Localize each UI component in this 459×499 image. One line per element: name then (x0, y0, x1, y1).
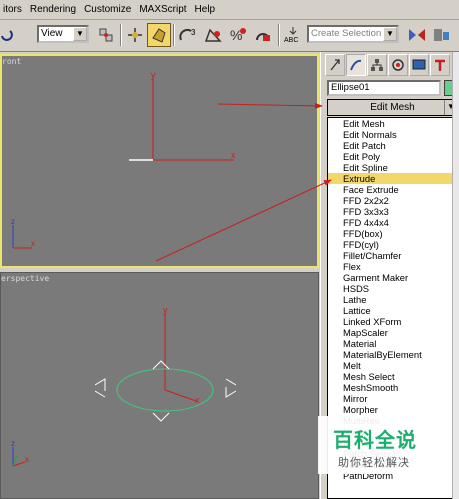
perspective-viewport[interactable]: erspective y x z x (0, 272, 319, 499)
watermark-subtitle: 助你轻松解决 (338, 457, 410, 469)
watermark-logo: 百科全说 助你轻松解决 (318, 416, 434, 474)
persp-x-axis-label: x (195, 395, 200, 405)
persp-gizmo-x-label: x (25, 455, 29, 464)
modifier-list-item[interactable]: Flex (328, 261, 457, 272)
modifier-list-item[interactable]: Edit Normals (328, 129, 457, 140)
modifier-list-item[interactable]: Mirror (328, 393, 457, 404)
chevron-down-icon[interactable]: ▼ (383, 27, 397, 41)
display-tab-icon[interactable] (409, 54, 429, 76)
undo-icon[interactable] (0, 23, 18, 47)
modifier-list-item[interactable]: HSDS (328, 283, 457, 294)
menu-item-customize[interactable]: Customize (81, 4, 134, 15)
modifier-list-item[interactable]: Face Extrude (328, 184, 457, 195)
reference-coordinate-select[interactable]: View ▼ (37, 25, 89, 43)
percent-snap-icon[interactable]: % (226, 23, 250, 47)
menu-bar: itors Rendering Customize MAXScript Help (0, 0, 459, 20)
align-icon[interactable] (430, 23, 454, 47)
svg-text:3: 3 (191, 28, 196, 37)
chevron-down-icon[interactable]: ▼ (73, 27, 87, 41)
menu-item-help[interactable]: Help (192, 4, 219, 15)
modify-tab-icon[interactable] (346, 54, 366, 76)
spinner-snap-icon[interactable] (251, 23, 275, 47)
snap-3d-icon[interactable]: 3 (176, 23, 200, 47)
modifier-list-item[interactable]: FFD(cyl) (328, 239, 457, 250)
front-gizmo-z-label: z (11, 217, 15, 226)
modifier-list-item[interactable]: Morpher (328, 404, 457, 415)
watermark-title: 百科全说 (333, 430, 417, 452)
utilities-tab-icon[interactable] (430, 54, 450, 76)
mirror-icon[interactable] (405, 23, 429, 47)
modifier-list-item[interactable]: Garment Maker (328, 272, 457, 283)
hierarchy-tab-icon[interactable] (367, 54, 387, 76)
edit-named-selections-icon[interactable]: ABC (281, 23, 305, 47)
modifier-list-item[interactable]: Edit Mesh (328, 118, 457, 129)
create-tab-icon[interactable] (325, 54, 345, 76)
manipulate-icon[interactable] (147, 23, 171, 47)
modifier-list-item[interactable]: FFD 3x3x3 (328, 206, 457, 217)
modifier-list-item[interactable]: Extrude (328, 173, 457, 184)
main-toolbar: View ▼ 3 % ABC Create Selection Set ▼ (0, 20, 459, 52)
toolbar-separator (278, 24, 280, 46)
front-gizmo-x-label: x (31, 239, 35, 248)
modifier-list-select[interactable]: Edit Mesh ▼ (327, 99, 458, 116)
select-link-icon[interactable] (123, 23, 147, 47)
perspective-viewport-canvas (12, 314, 237, 467)
modifier-list-item[interactable]: FFD 4x4x4 (328, 217, 457, 228)
modifier-list-item[interactable]: MaterialByElement (328, 349, 457, 360)
object-name-value: Ellipse01 (331, 82, 370, 93)
reference-coordinate-value: View (41, 28, 63, 39)
toolbar-separator (173, 24, 175, 46)
front-y-axis-label: y (151, 70, 156, 80)
angle-snap-icon[interactable] (201, 23, 225, 47)
pivot-center-icon[interactable] (94, 23, 118, 47)
modifier-list-item[interactable]: Melt (328, 360, 457, 371)
modifier-list-item[interactable]: Fillet/Chamfer (328, 250, 457, 261)
modifier-list-value: Edit Mesh (370, 102, 415, 113)
modifier-list-item[interactable]: FFD(box) (328, 228, 457, 239)
modifier-list-item[interactable]: Lathe (328, 294, 457, 305)
svg-text:ABC: ABC (284, 37, 298, 44)
persp-y-axis-label: y (163, 305, 168, 315)
front-viewport-canvas (12, 79, 234, 249)
toolbar-separator (120, 24, 122, 46)
modifier-list-item[interactable]: Edit Patch (328, 140, 457, 151)
command-panel-scrollbar[interactable] (452, 52, 459, 499)
menu-item-itors[interactable]: itors (0, 4, 25, 15)
menu-item-maxscript[interactable]: MAXScript (136, 4, 189, 15)
front-x-axis-label: x (231, 150, 236, 160)
front-viewport[interactable]: ront y x z x (0, 54, 319, 268)
modifier-list-item[interactable]: Mesh Select (328, 371, 457, 382)
modifier-list-item[interactable]: MeshSmooth (328, 382, 457, 393)
persp-gizmo-z-label: z (11, 439, 15, 448)
modifier-list-item[interactable]: MapScaler (328, 327, 457, 338)
modifier-list-item[interactable]: Edit Poly (328, 151, 457, 162)
modifier-list-item[interactable]: Edit Spline (328, 162, 457, 173)
modifier-list-item[interactable]: Material (328, 338, 457, 349)
modifier-list-item[interactable]: Linked XForm (328, 316, 457, 327)
modifier-list-item[interactable]: FFD 2x2x2 (328, 195, 457, 206)
object-name-field[interactable]: Ellipse01 (327, 80, 441, 96)
named-selection-set-select[interactable]: Create Selection Set ▼ (307, 25, 399, 43)
menu-item-rendering[interactable]: Rendering (27, 4, 79, 15)
modifier-list-item[interactable]: Lattice (328, 305, 457, 316)
motion-tab-icon[interactable] (388, 54, 408, 76)
